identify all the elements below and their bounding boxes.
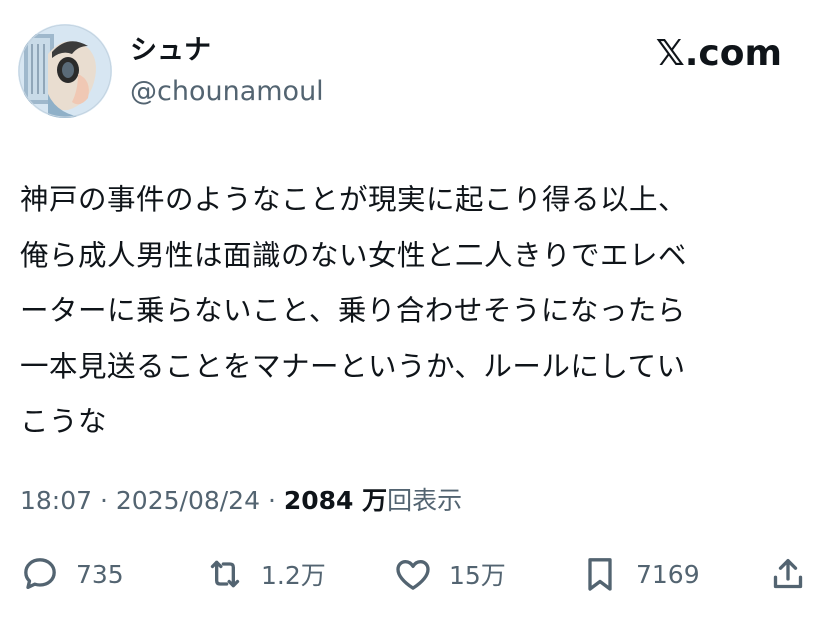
display-name[interactable]: シュナ bbox=[130, 34, 211, 68]
bookmark-count: 7169 bbox=[636, 559, 700, 589]
avatar[interactable] bbox=[18, 24, 112, 118]
meta-separator: · bbox=[100, 486, 108, 515]
action-bar: 735 1.2万 15万 7169 bbox=[0, 550, 828, 598]
post-date[interactable]: 2025/08/24 bbox=[116, 486, 260, 515]
heart-icon bbox=[396, 560, 430, 590]
repost-icon bbox=[210, 560, 240, 588]
reply-button[interactable]: 735 bbox=[20, 550, 124, 598]
tweet-line: ーターに乗らないこと、乗り合わせそうになったら bbox=[20, 294, 686, 327]
bookmark-icon bbox=[588, 558, 612, 591]
like-count: 15万 bbox=[449, 561, 506, 590]
bookmark-button[interactable]: 7169 bbox=[580, 550, 700, 598]
brand-logo: 𝕏.com bbox=[655, 33, 782, 74]
tweet-meta: 18:07 · 2025/08/24 · 2084 万回表示 bbox=[20, 484, 462, 518]
views-label: 回表示 bbox=[387, 486, 463, 515]
reply-count: 735 bbox=[76, 559, 124, 589]
tweet-line: 一本見送ることをマナーというか、ルールにしてい bbox=[20, 349, 686, 383]
tweet-line: 神戸の事件のようなことが現実に起こり得る以上、 bbox=[20, 183, 688, 216]
meta-separator: · bbox=[267, 486, 276, 515]
tweet-line: こうな bbox=[20, 405, 108, 438]
share-icon bbox=[773, 559, 803, 589]
reply-icon bbox=[24, 558, 56, 589]
share-button[interactable] bbox=[768, 550, 808, 598]
views-count: 2084 万 bbox=[283, 486, 388, 515]
tweet-line: 俺ら成人男性は面識のない女性と二人きりでエレベ bbox=[20, 238, 688, 272]
post-time[interactable]: 18:07 bbox=[20, 486, 92, 515]
user-handle[interactable]: @chounamoul bbox=[130, 75, 324, 109]
like-button[interactable]: 15万 bbox=[393, 550, 506, 598]
profile-avatar-illustration bbox=[18, 24, 112, 118]
repost-count: 1.2万 bbox=[261, 561, 326, 590]
repost-button[interactable]: 1.2万 bbox=[205, 550, 326, 598]
tweet-text: 神戸の事件のようなことが現実に起こり得る以上、 俺ら成人男性は面識のない女性と二… bbox=[20, 172, 810, 450]
